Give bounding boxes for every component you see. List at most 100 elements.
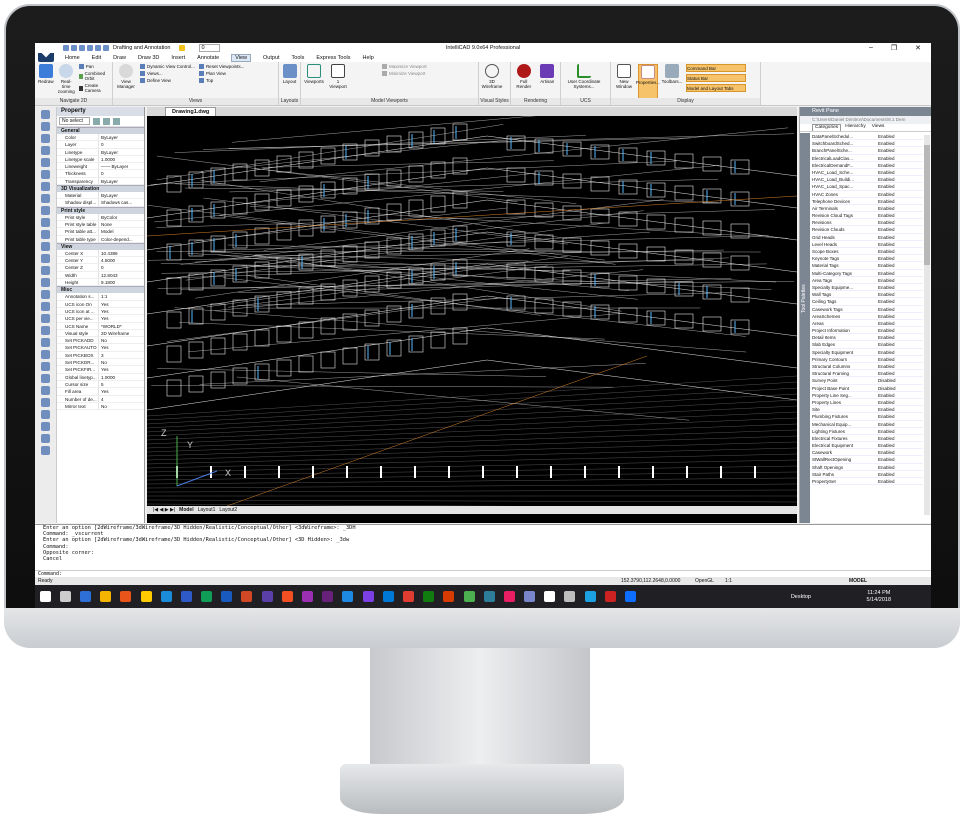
extend-tool-icon[interactable] — [41, 290, 50, 299]
taskbar-app-icon[interactable] — [503, 591, 515, 602]
close-button[interactable]: ✕ — [915, 44, 921, 52]
property-row[interactable]: UCS icon at ... Yes — [57, 307, 144, 316]
category-status[interactable]: Enabled — [878, 191, 895, 197]
category-status[interactable]: Enabled — [878, 392, 895, 398]
tab-insert[interactable]: Insert — [171, 55, 185, 61]
category-row[interactable]: Primary Contours Enabled — [812, 356, 923, 363]
category-row[interactable]: Multi-Category Tags Enabled — [812, 270, 923, 277]
taskbar-app-icon[interactable] — [625, 591, 637, 602]
category-status[interactable]: Enabled — [878, 413, 895, 419]
category-row[interactable]: Material Tags Enabled — [812, 262, 923, 270]
property-row[interactable]: Set PICKAUTO Yes — [57, 344, 144, 352]
category-status[interactable]: Enabled — [878, 464, 895, 470]
property-row[interactable]: Visual style 2D Wireframe — [57, 329, 144, 338]
trim-tool-icon[interactable] — [41, 278, 50, 287]
category-status[interactable]: Enabled — [878, 226, 895, 232]
property-row[interactable]: Cursor size 5 — [57, 380, 144, 389]
reset-viewpoints-button[interactable]: Reset Viewpoints... — [198, 64, 244, 69]
property-row[interactable]: Lineweight —— ByLayer — [57, 163, 144, 171]
document-tab[interactable]: Drawing1.dwg — [165, 107, 217, 116]
combined-orbit-button[interactable]: Combined Orbit — [78, 71, 109, 81]
polyline-tool-icon[interactable] — [41, 122, 50, 131]
tab-draw-3d[interactable]: Draw 3D — [138, 55, 159, 61]
taskbar-app-icon[interactable] — [524, 591, 536, 602]
zoom-window-icon[interactable] — [41, 410, 50, 419]
top-view-select[interactable]: Top — [198, 78, 244, 83]
property-section-header[interactable]: 3D Visualization — [57, 185, 144, 193]
property-value[interactable]: 5 — [99, 381, 104, 387]
taskbar-app-icon[interactable] — [140, 591, 152, 602]
category-status[interactable]: Enabled — [878, 421, 895, 427]
minimize-button[interactable]: – — [869, 44, 873, 52]
define-view-button[interactable]: Define View — [140, 78, 195, 83]
taskbar-app-icon[interactable] — [261, 591, 273, 602]
category-status[interactable]: Enabled — [878, 456, 895, 462]
mirror-tool-icon[interactable] — [41, 254, 50, 263]
offset-tool-icon[interactable] — [41, 266, 50, 275]
category-row[interactable]: ElectricalLoadClas... Enabled — [812, 155, 923, 162]
property-value[interactable]: No — [99, 403, 107, 409]
taskbar-app-icon[interactable] — [584, 591, 596, 602]
taskbar-app-icon[interactable] — [322, 591, 334, 602]
taskbar-app-icon[interactable] — [544, 591, 556, 602]
zoom-in-icon[interactable] — [41, 386, 50, 395]
property-value[interactable]: 9.1800 — [99, 279, 115, 285]
tab-layout1[interactable]: Layout1 — [198, 507, 216, 513]
property-row[interactable]: Material ByLayer — [57, 192, 144, 200]
property-value[interactable]: Yes — [99, 388, 109, 394]
select-objects-icon[interactable] — [102, 117, 110, 125]
pan-tool-icon[interactable] — [41, 434, 50, 443]
property-section-header[interactable]: View — [57, 242, 144, 250]
category-status[interactable]: Enabled — [878, 133, 895, 139]
tab-view[interactable]: View — [231, 53, 252, 62]
taskbar-app-icon[interactable] — [39, 591, 51, 602]
property-value[interactable]: Model — [99, 228, 114, 234]
text-tool-icon[interactable] — [41, 326, 50, 335]
category-row[interactable]: Scope Boxes Enabled — [812, 248, 923, 256]
taskbar-app-icon[interactable] — [423, 591, 435, 602]
system-clock[interactable]: 11:24 PM 5/14/2018 — [867, 590, 891, 604]
arc-tool-icon[interactable] — [41, 134, 50, 143]
property-value[interactable]: Yes — [99, 366, 109, 372]
category-row[interactable]: Electrical Equipment Enabled — [812, 442, 923, 450]
property-value[interactable]: 4 — [99, 396, 104, 402]
create-camera-button[interactable]: Create Camera — [78, 83, 109, 93]
category-status[interactable]: Enabled — [878, 277, 895, 283]
property-row[interactable]: Fill area Yes — [57, 388, 144, 396]
property-row[interactable]: Center Y 4.5000 — [57, 257, 144, 265]
block-tool-icon[interactable] — [41, 362, 50, 371]
category-row[interactable]: AreaSchemes Enabled — [812, 313, 923, 320]
category-row[interactable]: Plumbing Fixtures Enabled — [812, 413, 923, 421]
property-value[interactable]: Yes — [99, 301, 109, 307]
category-row[interactable]: PropertySet Enabled — [812, 478, 923, 486]
category-status[interactable]: Enabled — [878, 262, 895, 268]
category-status[interactable]: Enabled — [878, 255, 895, 261]
category-row[interactable]: BranchPanelSche... Enabled — [812, 147, 923, 155]
category-row[interactable]: Project Base Point Disabled — [812, 385, 923, 392]
property-row[interactable]: Linetype ByLayer — [57, 148, 144, 156]
minimize-viewport-button[interactable]: Minimize Viewport — [382, 71, 427, 76]
category-status[interactable]: Enabled — [878, 234, 895, 240]
property-row[interactable]: Height 9.1800 — [57, 279, 144, 287]
tab-categories[interactable]: Categories — [812, 124, 842, 131]
ellipse-tool-icon[interactable] — [41, 170, 50, 179]
mtext-tool-icon[interactable] — [41, 338, 50, 347]
category-row[interactable]: Survey Point Disabled — [812, 377, 923, 385]
taskbar-app-icon[interactable] — [604, 591, 616, 602]
category-status[interactable]: Enabled — [878, 140, 895, 146]
tool-palettes-strip[interactable]: Tool Palettes — [800, 133, 810, 523]
category-row[interactable]: Site Enabled — [812, 406, 923, 414]
category-row[interactable]: Structural Framing Enabled — [812, 370, 923, 378]
property-value[interactable]: Yes — [99, 315, 109, 321]
tab-edit[interactable]: Edit — [92, 55, 101, 61]
property-value[interactable]: 0 — [99, 141, 104, 147]
property-value[interactable]: Color-depend... — [99, 236, 133, 242]
category-status[interactable]: Disabled — [878, 385, 896, 391]
category-row[interactable]: Wall Tags Enabled — [812, 291, 923, 299]
property-row[interactable]: Annotation s... 1:1 — [57, 293, 144, 301]
taskbar-app-icon[interactable] — [180, 591, 192, 602]
scroll-thumb[interactable] — [924, 145, 930, 265]
property-row[interactable]: Color ByLayer — [57, 134, 144, 142]
rectangle-tool-icon[interactable] — [41, 158, 50, 167]
revit-scrollbar[interactable] — [924, 135, 930, 515]
